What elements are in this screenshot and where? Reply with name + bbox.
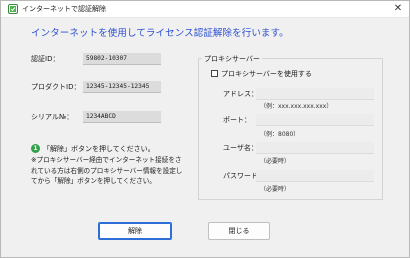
product-id-value: 12345-12345-12345 (83, 81, 161, 93)
close-button[interactable]: 閉じる (208, 222, 270, 240)
product-id-label: プロダクトID： (31, 83, 81, 91)
username-label: ユーザ名： (223, 144, 258, 152)
password-input[interactable] (256, 170, 374, 182)
info-instruction: 「解除」ボタンを押してください。 (43, 145, 155, 153)
close-icon[interactable]: ✕ (391, 2, 405, 16)
address-hint: （例：xxx.xxx.xxx.xxx） (260, 103, 333, 110)
port-input[interactable] (256, 114, 374, 126)
serial-no-label: シリアル№： (31, 113, 74, 121)
window-title: インターネットで認証解除 (22, 5, 106, 13)
use-proxy-label[interactable]: プロキシサーバーを使用する (221, 69, 312, 79)
password-hint: （必要時） (260, 186, 291, 193)
note-line: れている方は右側のプロキシサーバー情報を設定し (31, 166, 183, 175)
proxy-group-label: プロキシサーバー (202, 54, 262, 64)
page-heading: インターネットを使用してライセンス認証解除を行います。 (31, 28, 289, 39)
info-number-icon: 1 (31, 144, 40, 153)
address-input[interactable] (256, 88, 374, 100)
dialog-window: インターネットで認証解除 ✕ インターネットを使用してライセンス認証解除を行いま… (0, 0, 410, 258)
app-icon (8, 4, 18, 14)
port-hint: （例：8080） (260, 131, 300, 138)
auth-id-value: 59802-10307 (83, 53, 161, 65)
port-label: ポート： (223, 116, 251, 124)
serial-no-value: 1234ABCD (83, 111, 161, 123)
use-proxy-checkbox[interactable] (211, 70, 218, 77)
proxy-server-group: プロキシサーバー プロキシサーバーを使用する アドレス： （例：xxx.xxx.… (198, 54, 383, 200)
release-button[interactable]: 解除 (98, 222, 172, 240)
proxy-note: ※プロキシサーバー経由でインターネット接続をさ れている方は右側のプロキシサーバ… (31, 155, 196, 187)
title-bar: インターネットで認証解除 ✕ (1, 1, 409, 18)
note-line: ※プロキシサーバー経由でインターネット接続をさ (31, 156, 182, 164)
username-input[interactable] (256, 142, 374, 154)
address-label: アドレス： (223, 90, 258, 98)
username-hint: （必要時） (260, 158, 291, 165)
note-line: てから「解除」ボタンを押してください。 (31, 177, 156, 185)
auth-id-label: 認証ID： (31, 55, 60, 63)
